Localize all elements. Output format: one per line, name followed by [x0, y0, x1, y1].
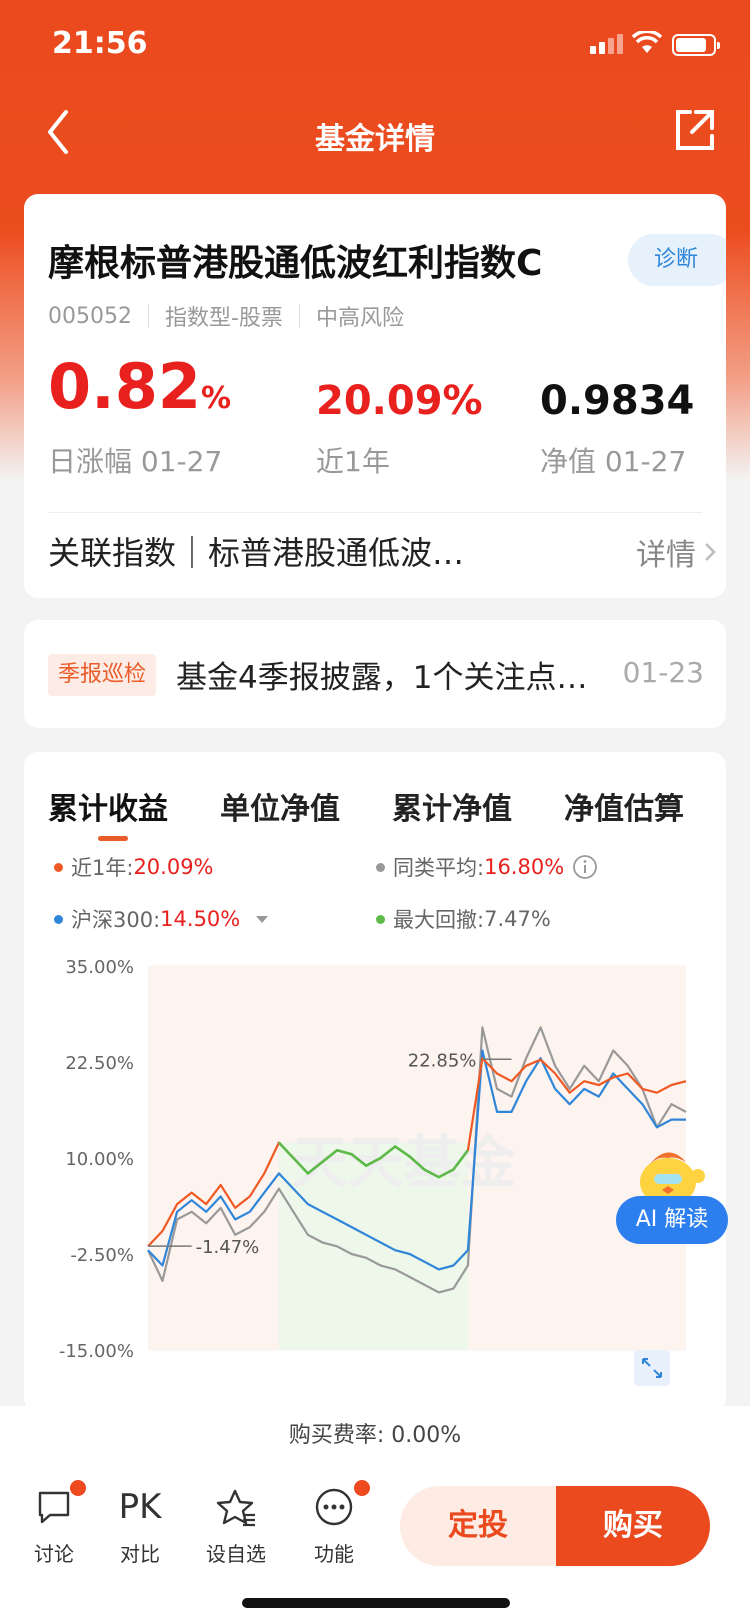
pk-icon: PK: [118, 1487, 162, 1527]
tab-unit-nav[interactable]: 单位净值: [220, 784, 340, 828]
legend-peer-average: 同类平均: 16.80%: [376, 852, 598, 882]
action-buttons: 定投 购买: [400, 1486, 710, 1566]
y-tick-label: 10.00%: [65, 1149, 134, 1170]
page-title: 基金详情: [315, 122, 435, 157]
y-tick-label: -15.00%: [59, 1341, 134, 1362]
legend-value: 7.47%: [484, 907, 551, 931]
legend-csi300[interactable]: 沪深300: 14.50%: [54, 904, 274, 934]
legend-label: 最大回撤:: [393, 908, 485, 932]
share-icon[interactable]: [668, 104, 720, 156]
legend-dot: [54, 914, 63, 924]
legend-label: 近1年:: [71, 856, 134, 880]
nav-bar: 基金详情: [0, 100, 750, 166]
index-detail-link[interactable]: 详情: [636, 530, 696, 574]
fund-code: 005052: [48, 303, 132, 329]
card-divider: [48, 512, 702, 513]
meta-divider: [147, 304, 149, 328]
status-time: 21:56: [52, 26, 148, 61]
legend-label: 同类平均:: [393, 856, 485, 880]
chart-tabs: 累计收益 单位净值 累计净值 净值估算: [48, 784, 728, 828]
legend-value: 16.80%: [484, 855, 565, 879]
quarter-text: 基金4季报披露，1个关注点…: [176, 660, 588, 696]
legend-value: 20.09%: [133, 855, 214, 879]
quarter-tag: 季报巡检: [48, 654, 157, 696]
quarterly-report-card[interactable]: 季报巡检 基金4季报披露，1个关注点… 01-23: [24, 620, 726, 728]
nav-label: 净值 01-27: [540, 445, 687, 478]
home-indicator: [242, 1598, 510, 1608]
buy-button[interactable]: 购买: [556, 1486, 710, 1566]
legend-value: 14.50%: [160, 907, 241, 931]
high-annotation: 22.85%: [408, 1050, 477, 1071]
y-tick-label: -2.50%: [70, 1245, 134, 1266]
daily-change-value: 0.82%: [48, 350, 231, 423]
year-return-value: 20.09%: [316, 378, 483, 424]
fund-name: 摩根标普港股通低波红利指数C: [48, 243, 543, 284]
chart-card: 累计收益 单位净值 累计净值 净值估算 近1年: 20.09% 同类平均: 16.8…: [24, 752, 726, 1412]
legend-dot: [376, 914, 385, 924]
legend-year: 近1年: 20.09%: [54, 852, 214, 882]
function-button[interactable]: 功能: [294, 1478, 374, 1567]
fund-risk: 中高风险: [315, 306, 404, 331]
legend-dot: [54, 862, 63, 872]
chevron-right-icon: [705, 543, 716, 561]
legend-dot: [376, 862, 385, 872]
signal-icon: [590, 34, 623, 54]
battery-icon: [672, 34, 720, 56]
quarter-date: 01-23: [622, 656, 704, 689]
active-tab-indicator: [98, 836, 128, 841]
add-watchlist-label: 设自选: [206, 1542, 266, 1566]
chat-icon: [38, 1491, 70, 1524]
compare-label: 对比: [120, 1542, 160, 1566]
star-icon: [216, 1489, 255, 1527]
related-index-link[interactable]: 关联指数｜标普港股通低波…: [48, 528, 548, 574]
legend-max-drawdown: 最大回撤: 7.47%: [376, 904, 551, 934]
expand-icon[interactable]: [634, 1350, 670, 1386]
diagnose-button[interactable]: 诊断: [628, 234, 726, 286]
y-tick-label: 35.00%: [65, 957, 134, 978]
fund-meta: 005052 指数型-股票 中高风险: [48, 300, 404, 332]
year-return-label: 近1年: [316, 445, 390, 478]
more-icon: [315, 1488, 353, 1526]
tab-cumulative-return[interactable]: 累计收益: [48, 784, 168, 828]
watermark: 天天基金: [292, 1131, 517, 1196]
ai-interpret-button[interactable]: AI 解读: [616, 1196, 728, 1244]
notification-badge: [354, 1480, 370, 1496]
dropdown-icon[interactable]: [250, 911, 274, 927]
fund-type: 指数型-股票: [164, 306, 283, 331]
daily-change-label: 日涨幅 01-27: [48, 445, 223, 478]
fixed-invest-button[interactable]: 定投: [400, 1486, 556, 1566]
discuss-button[interactable]: 讨论: [14, 1478, 94, 1567]
status-bar: 21:56: [0, 0, 750, 90]
info-icon[interactable]: [572, 854, 598, 880]
notification-badge: [70, 1480, 86, 1496]
daily-change-number: 0.82: [48, 350, 201, 423]
purchase-fee: 购买费率: 0.00%: [0, 1406, 750, 1466]
y-tick-label: 22.50%: [65, 1053, 134, 1074]
compare-button[interactable]: PK 对比: [100, 1478, 180, 1567]
daily-change-unit: %: [200, 381, 232, 416]
add-watchlist-button[interactable]: 设自选: [196, 1478, 276, 1567]
low-annotation: -1.47%: [196, 1237, 260, 1258]
tab-accumulated-nav[interactable]: 累计净值: [392, 784, 512, 828]
nav-value: 0.9834: [540, 378, 695, 424]
discuss-label: 讨论: [34, 1542, 74, 1566]
wifi-icon: [632, 31, 662, 53]
return-chart[interactable]: 35.00% 22.50% 10.00% -2.50% -15.00% 天天基金 22.85…: [24, 952, 726, 1392]
tab-nav-estimate[interactable]: 净值估算: [564, 784, 684, 828]
legend-label: 沪深300:: [71, 908, 161, 932]
function-label: 功能: [314, 1542, 354, 1566]
meta-divider: [298, 304, 300, 328]
fund-summary-card: 摩根标普港股通低波红利指数C 诊断 005052 指数型-股票 中高风险 0.8…: [24, 194, 726, 598]
